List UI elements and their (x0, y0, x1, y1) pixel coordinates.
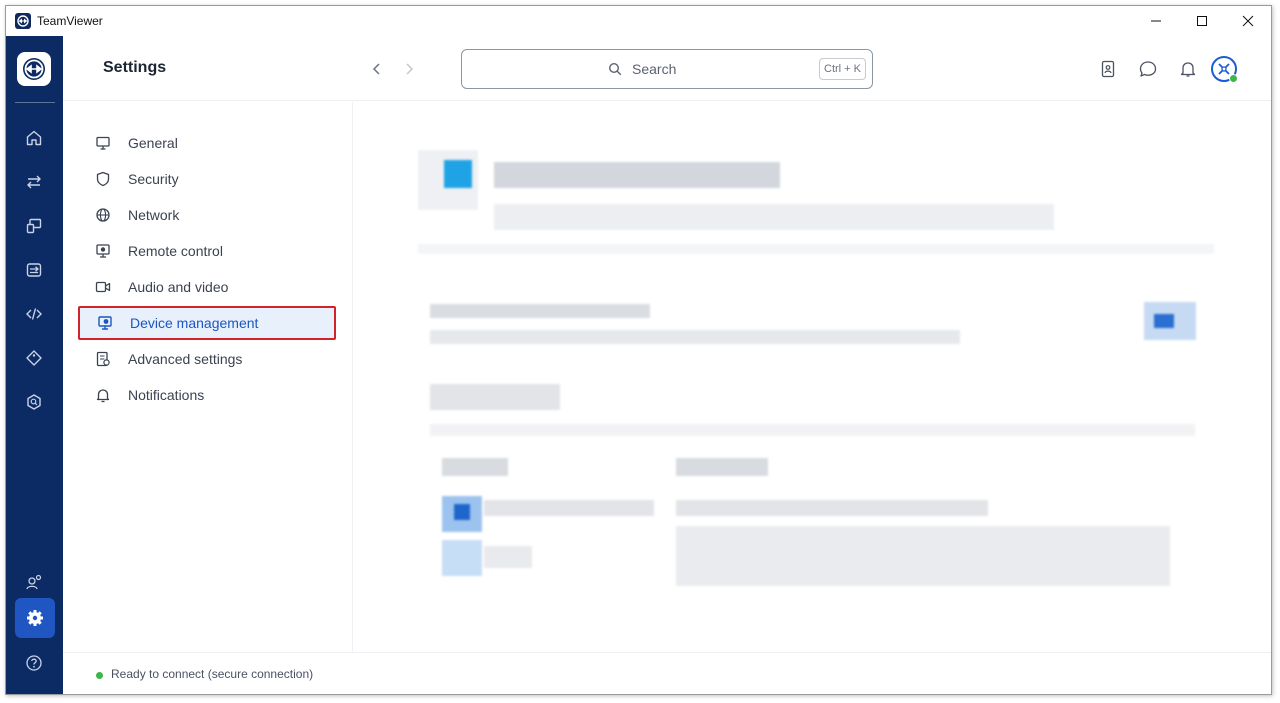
nav-label: General (128, 135, 178, 151)
status-bar: Ready to connect (secure connection) (63, 652, 1271, 694)
search-shortcut-badge: Ctrl + K (819, 58, 866, 80)
nav-item-device-management[interactable]: Device management (78, 306, 336, 340)
close-button[interactable] (1225, 6, 1271, 36)
nav-label: Audio and video (128, 279, 229, 295)
globe-icon (94, 206, 112, 224)
blurred-row-icon (442, 540, 482, 576)
video-icon (94, 278, 112, 296)
forward-arrow-icon[interactable] (397, 57, 421, 81)
teamviewer-app-logo-icon[interactable] (17, 52, 51, 86)
window-title: TeamViewer (37, 14, 103, 28)
blurred-toggle-knob (1154, 314, 1174, 328)
teamviewer-logo-icon (15, 13, 31, 29)
blurred-sublabel (430, 330, 960, 344)
sessions-icon[interactable] (21, 257, 47, 283)
blurred-section-divider (430, 424, 1195, 436)
blurred-row-text (484, 546, 532, 568)
nav-label: Network (128, 207, 180, 223)
blurred-divider (418, 244, 1214, 254)
remote-control-icon (94, 242, 112, 260)
search-placeholder: Search (632, 61, 677, 77)
connection-status-text: Ready to connect (secure connection) (111, 667, 314, 681)
nav-item-audio-and-video[interactable]: Audio and video (78, 270, 336, 304)
blurred-section-title (430, 384, 560, 410)
blurred-row-value (676, 526, 1170, 586)
monitor-icon (94, 134, 112, 152)
blurred-column-header (676, 458, 768, 476)
help-icon[interactable] (21, 650, 47, 676)
tag-icon[interactable] (21, 345, 47, 371)
advanced-settings-icon (94, 350, 112, 368)
connection-status-dot (96, 672, 103, 679)
header-bar: Settings Search Ctrl + K (63, 36, 1271, 101)
maximize-button[interactable] (1179, 6, 1225, 36)
blurred-blue-icon (444, 160, 472, 188)
nav-label: Notifications (128, 387, 205, 403)
search-bar[interactable]: Search Ctrl + K (461, 49, 873, 89)
minimize-button[interactable] (1133, 6, 1179, 36)
home-icon[interactable] (21, 125, 47, 151)
search-icon (608, 62, 622, 81)
settings-navigation: General Security Network Remote control (63, 102, 353, 652)
nav-label: Device management (130, 315, 259, 331)
transfer-arrows-icon[interactable] (21, 169, 47, 195)
blurred-heading (494, 162, 780, 188)
blurred-row-text (484, 500, 654, 516)
device-management-icon (96, 314, 114, 332)
chat-icon[interactable] (1135, 56, 1161, 82)
teamviewer-window: TeamViewer Settings Search Ctrl + K Gene… (5, 5, 1272, 695)
nav-item-general[interactable]: General (78, 126, 336, 160)
nav-item-notifications[interactable]: Notifications (78, 378, 336, 412)
contacts-book-icon[interactable] (1095, 56, 1121, 82)
title-bar: TeamViewer (6, 6, 1271, 36)
app-sidebar-rail (6, 36, 63, 694)
nav-label: Security (128, 171, 179, 187)
nav-item-remote-control[interactable]: Remote control (78, 234, 336, 268)
blurred-settings-panel (354, 102, 1271, 652)
online-status-dot (1229, 74, 1238, 83)
page-title: Settings (103, 59, 167, 76)
shield-icon (94, 170, 112, 188)
nav-label: Advanced settings (128, 351, 243, 367)
blurred-row-value (676, 500, 988, 516)
nav-label: Remote control (128, 243, 223, 259)
blurred-label (430, 304, 650, 318)
remote-devices-icon[interactable] (21, 213, 47, 239)
user-connections-icon[interactable] (21, 569, 47, 595)
back-arrow-icon[interactable] (365, 57, 389, 81)
security-scan-icon[interactable] (21, 389, 47, 415)
notification-bell-icon[interactable] (1175, 56, 1201, 82)
settings-gear-icon[interactable] (15, 598, 55, 638)
blurred-column-header (442, 458, 508, 476)
main-content: Settings Search Ctrl + K General Securit… (63, 36, 1271, 694)
account-avatar[interactable] (1211, 56, 1238, 83)
code-icon[interactable] (21, 301, 47, 327)
nav-item-advanced-settings[interactable]: Advanced settings (78, 342, 336, 376)
blurred-description (494, 204, 1054, 230)
nav-item-security[interactable]: Security (78, 162, 336, 196)
blurred-row-icon-center (454, 504, 470, 520)
nav-item-network[interactable]: Network (78, 198, 336, 232)
rail-divider (15, 102, 55, 103)
bell-icon (94, 386, 112, 404)
